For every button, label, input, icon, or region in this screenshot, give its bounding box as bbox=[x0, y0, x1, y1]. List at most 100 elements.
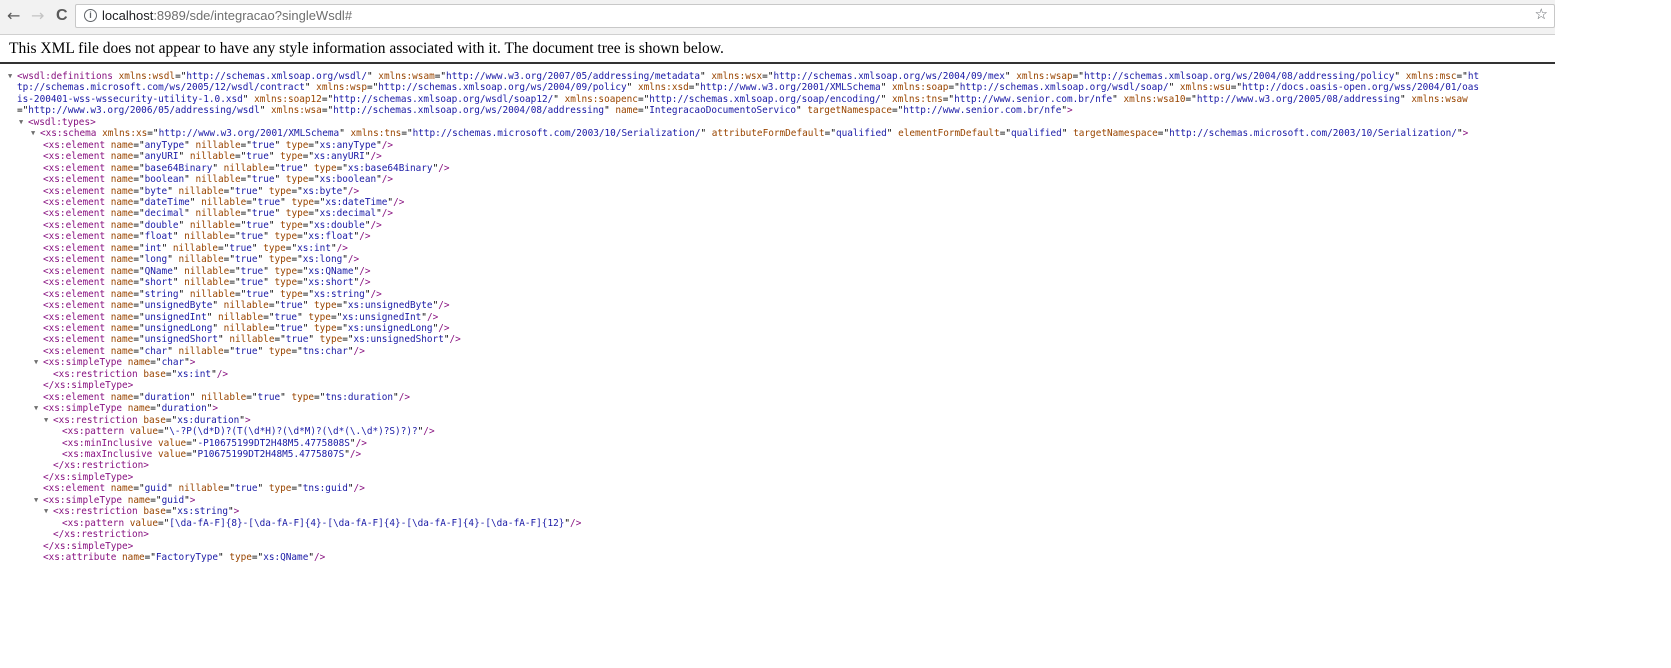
info-icon[interactable]: i bbox=[84, 9, 97, 22]
attribute-quote: =" bbox=[1230, 82, 1243, 94]
attribute-name: type bbox=[285, 174, 309, 186]
tag-end: /> bbox=[426, 311, 439, 323]
tag-end: /> bbox=[381, 174, 394, 186]
attribute-quote: " bbox=[259, 105, 266, 117]
attribute-quote: " bbox=[251, 242, 258, 254]
attribute-quote: " bbox=[886, 128, 893, 140]
attribute-quote: =" bbox=[1185, 93, 1197, 105]
attribute-quote: =" bbox=[147, 128, 159, 140]
attribute-value: tns:duration bbox=[325, 391, 394, 403]
attribute-quote: =" bbox=[133, 174, 145, 186]
tag-end: /> bbox=[359, 265, 371, 277]
attribute-quote: =" bbox=[291, 345, 303, 357]
attribute-name: name bbox=[110, 345, 134, 357]
tag-end: /> bbox=[349, 448, 362, 460]
attribute-value: long bbox=[144, 254, 168, 266]
attribute-quote: " bbox=[218, 334, 224, 346]
collapse-arrow-icon[interactable]: ▼ bbox=[31, 128, 35, 139]
xml-line: <xs:element name="duration" nillable="tr… bbox=[0, 392, 1480, 403]
back-button[interactable]: ← bbox=[7, 6, 20, 26]
collapse-arrow-icon[interactable]: ▼ bbox=[8, 71, 12, 82]
xml-line: ▼ <xs:restriction base="xs:duration"> bbox=[0, 415, 1480, 426]
attribute-quote: =" bbox=[762, 71, 774, 82]
attribute-name: name bbox=[110, 311, 134, 323]
attribute-name: xmlns:soap12 bbox=[254, 93, 322, 105]
reload-button[interactable]: C bbox=[56, 6, 68, 26]
attribute-name: name bbox=[127, 357, 151, 369]
attribute-value: xs:dateTime bbox=[325, 196, 388, 208]
collapse-arrow-icon[interactable]: ▼ bbox=[34, 357, 38, 368]
tag-name: <xs:element bbox=[43, 265, 106, 277]
attribute-name: name bbox=[110, 483, 134, 495]
tag-name: <xs:element bbox=[43, 139, 106, 151]
xml-line: ▼ <xs:simpleType name="guid"> bbox=[0, 495, 1480, 506]
tag-end: /> bbox=[449, 334, 461, 346]
attribute-value: http://www.senior.com.br/nfe bbox=[954, 93, 1113, 105]
attribute-value: string bbox=[144, 288, 179, 300]
attribute-name: type bbox=[291, 391, 315, 403]
attribute-name: name bbox=[110, 254, 134, 266]
attribute-name: name bbox=[110, 242, 134, 254]
address-bar[interactable]: i localhost:8989/sde/integracao?singleWs… bbox=[75, 4, 1555, 28]
attribute-quote: =" bbox=[133, 231, 145, 243]
attribute-name: type bbox=[280, 288, 303, 300]
attribute-name: type bbox=[285, 208, 309, 220]
url-host: localhost bbox=[102, 8, 154, 23]
attribute-value: anyURI bbox=[144, 151, 179, 163]
collapse-arrow-icon[interactable]: ▼ bbox=[44, 506, 48, 517]
attribute-value: tns:char bbox=[302, 345, 348, 357]
attribute-quote: =" bbox=[824, 128, 836, 140]
forward-button[interactable]: → bbox=[31, 6, 44, 26]
xml-style-notice: This XML file does not appear to have an… bbox=[9, 40, 724, 57]
attribute-value: xs:string bbox=[314, 288, 365, 300]
attribute-quote: " bbox=[167, 345, 173, 357]
attribute-value: http://schemas.xmlsoap.org/wsdl/soap12/ bbox=[333, 93, 554, 105]
attribute-value: xs:anyURI bbox=[314, 151, 365, 163]
attribute-quote: =" bbox=[240, 139, 252, 151]
attribute-quote: " bbox=[263, 277, 269, 289]
attribute-name: xmlns:wsx bbox=[711, 71, 763, 82]
attribute-name: name bbox=[110, 185, 134, 197]
attribute-quote: =" bbox=[999, 128, 1011, 140]
xml-line: ▼ <xs:restriction base="xs:string"> bbox=[0, 506, 1480, 517]
attribute-name: nillable bbox=[178, 254, 224, 266]
attribute-quote: " bbox=[172, 231, 179, 243]
tag-name: <xs:minInclusive bbox=[62, 437, 153, 449]
attribute-quote: " bbox=[206, 311, 213, 323]
attribute-name: nillable bbox=[172, 242, 219, 254]
bookmark-star-icon[interactable]: ☆ bbox=[1535, 5, 1548, 23]
collapse-arrow-icon[interactable]: ▼ bbox=[19, 117, 23, 128]
attribute-value: true bbox=[240, 265, 264, 277]
attribute-name: nillable bbox=[201, 391, 247, 403]
xml-line: <xs:pattern value="\-?P(\d*D)?(T(\d*H)?(… bbox=[0, 426, 1480, 437]
xml-line: ▼ <xs:schema xmlns:xs="http://www.w3.org/… bbox=[0, 128, 1480, 139]
attribute-quote: =" bbox=[240, 174, 252, 186]
collapse-arrow-icon[interactable]: ▼ bbox=[34, 403, 38, 414]
attribute-quote: =" bbox=[291, 483, 303, 495]
attribute-value: xs:string bbox=[177, 506, 229, 518]
tag-name: <xs:element bbox=[43, 162, 106, 174]
attribute-quote: =" bbox=[133, 242, 145, 254]
tag-end: /> bbox=[355, 437, 367, 449]
attribute-name: nillable bbox=[223, 300, 269, 312]
attribute-name: nillable bbox=[195, 208, 241, 220]
tag-end: > bbox=[1462, 128, 1469, 140]
attribute-name: xmlns:wsu bbox=[1179, 82, 1231, 94]
tag-name: <xs:element bbox=[43, 334, 106, 346]
attribute-quote: " bbox=[178, 288, 185, 300]
attribute-quote: =" bbox=[234, 219, 247, 231]
attribute-quote: " bbox=[553, 93, 559, 105]
attribute-name: type bbox=[314, 322, 337, 334]
attribute-name: name bbox=[127, 403, 151, 415]
attribute-value: true bbox=[234, 254, 258, 266]
collapse-arrow-icon[interactable]: ▼ bbox=[44, 415, 48, 426]
url-text[interactable]: localhost:8989/sde/integracao?singleWsdl… bbox=[102, 8, 352, 23]
attribute-quote: =" bbox=[175, 71, 187, 82]
attribute-value: http://www.w3.org/2001/XMLSchema bbox=[158, 128, 340, 140]
collapse-arrow-icon[interactable]: ▼ bbox=[34, 495, 38, 506]
attribute-quote: " bbox=[257, 483, 264, 495]
attribute-quote: =" bbox=[133, 345, 145, 357]
attribute-name: type bbox=[319, 334, 343, 346]
attribute-name: targetNamespace bbox=[1073, 128, 1158, 140]
tag-name: <xs:element bbox=[43, 345, 106, 357]
